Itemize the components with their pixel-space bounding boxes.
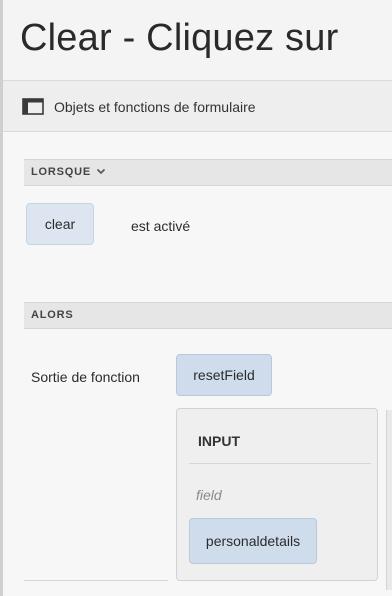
- clear-object-token[interactable]: clear: [26, 203, 94, 245]
- form-objects-icon[interactable]: [22, 98, 44, 115]
- title-bar: Clear - Cliquez sur: [3, 0, 392, 81]
- reset-field-function-token[interactable]: resetField: [176, 354, 272, 396]
- form-objects-label[interactable]: Objets et fonctions de formulaire: [54, 99, 256, 115]
- when-section-header[interactable]: LORSQUE: [24, 159, 392, 186]
- when-label: LORSQUE: [31, 166, 91, 178]
- field-parameter-label: field: [196, 487, 222, 503]
- bottom-divider: [24, 580, 168, 581]
- function-output-label: Sortie de fonction: [31, 369, 140, 385]
- adjacent-panel-edge: [386, 410, 392, 590]
- rule-title: Clear - Cliquez sur: [20, 17, 339, 59]
- function-input-panel: INPUT field personaldetails: [176, 408, 378, 581]
- then-section-header: ALORS: [24, 302, 392, 329]
- event-label: est activé: [131, 218, 191, 234]
- personaldetails-field-token[interactable]: personaldetails: [189, 518, 317, 564]
- then-label: ALORS: [31, 309, 74, 321]
- rule-editor: LORSQUE clear est activé ALORS Sortie de…: [3, 132, 392, 596]
- chevron-down-icon[interactable]: [95, 164, 107, 178]
- input-heading: INPUT: [198, 433, 240, 449]
- toolbar: Objets et fonctions de formulaire: [3, 81, 392, 132]
- input-divider: [189, 463, 371, 464]
